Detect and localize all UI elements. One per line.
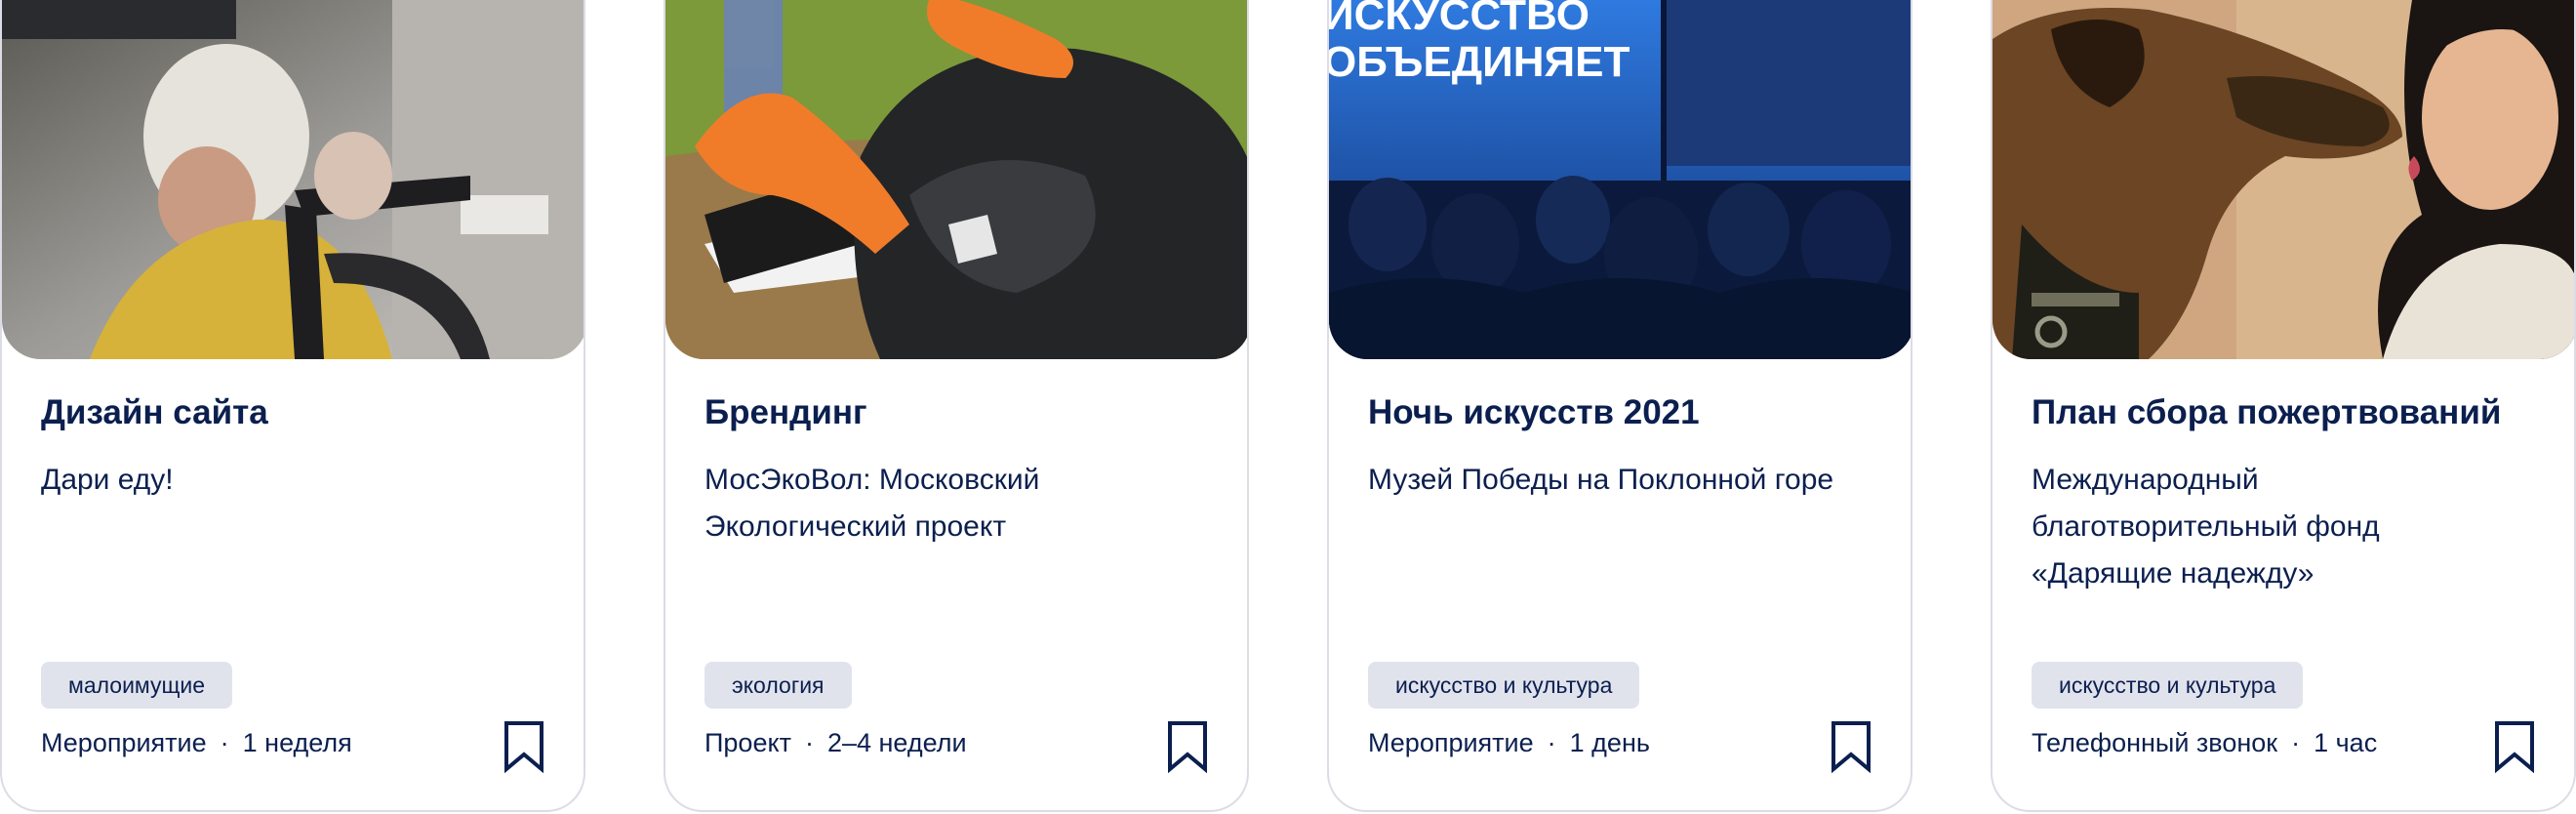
meta-separator: · — [1547, 728, 1556, 757]
opportunity-card[interactable]: ИСКУССТВО ОБЪЕДИНЯЕТ Ночь искусств 2021 … — [1327, 0, 1912, 812]
bookmark-icon[interactable] — [503, 720, 544, 773]
card-image-garbage-collecting — [665, 0, 1247, 359]
card-title[interactable]: Брендинг — [704, 390, 1218, 435]
meta-separator: · — [2291, 728, 2301, 757]
card-organization: МосЭкоВол: Московский Экологический прое… — [704, 464, 1040, 543]
activity-type: Телефонный звонок — [2032, 728, 2278, 757]
card-image-audience: ИСКУССТВО ОБЪЕДИНЯЕТ — [1329, 0, 1911, 359]
card-meta: Проект · 2–4 недели — [704, 728, 967, 758]
activity-duration: 1 неделя — [242, 728, 352, 757]
card-image-dog-and-woman — [1992, 0, 2574, 359]
card-title[interactable]: Ночь искусств 2021 — [1368, 390, 1881, 435]
bookmark-icon[interactable] — [2494, 720, 2535, 773]
card-meta: Мероприятие · 1 неделя — [41, 728, 352, 758]
card-title[interactable]: План сбора пожертвований — [2032, 390, 2545, 435]
meta-separator: · — [804, 728, 814, 757]
activity-duration: 2–4 недели — [826, 728, 967, 757]
card-title[interactable]: Дизайн сайта — [41, 390, 554, 435]
category-tag[interactable]: экология — [704, 662, 852, 709]
volunteer-cards: Дизайн сайта Дари еду! малоимущие Меропр… — [0, 0, 2576, 814]
category-tag[interactable]: искусство и культура — [1368, 662, 1640, 709]
image-banner-text-1: ИСКУССТВО — [1329, 0, 1590, 39]
opportunity-card[interactable]: Брендинг МосЭкоВол: Московский Экологиче… — [664, 0, 1249, 812]
meta-separator: · — [220, 728, 229, 757]
activity-duration: 1 день — [1569, 728, 1650, 757]
card-organization: Дари еду! — [41, 464, 174, 496]
card-organization: Музей Победы на Поклонной горе — [1368, 464, 1834, 496]
category-tag[interactable]: малоимущие — [41, 662, 233, 709]
bookmark-icon[interactable] — [1167, 720, 1208, 773]
activity-type: Мероприятие — [41, 728, 207, 757]
opportunity-card[interactable]: Дизайн сайта Дари еду! малоимущие Меропр… — [0, 0, 585, 812]
card-meta: Телефонный звонок · 1 час — [2032, 728, 2377, 758]
bookmark-icon[interactable] — [1831, 720, 1872, 773]
opportunity-card[interactable]: План сбора пожертвований Международный б… — [1991, 0, 2576, 812]
image-banner-text-2: ОБЪЕДИНЯЕТ — [1329, 38, 1630, 86]
card-image-elderly-person — [2, 0, 584, 359]
activity-duration: 1 час — [2314, 728, 2378, 757]
card-meta: Мероприятие · 1 день — [1368, 728, 1650, 758]
activity-type: Мероприятие — [1368, 728, 1534, 757]
category-tag[interactable]: искусство и культура — [2032, 662, 2304, 709]
card-organization: Международный благотворительный фонд «Да… — [2032, 464, 2380, 590]
activity-type: Проект — [704, 728, 791, 757]
